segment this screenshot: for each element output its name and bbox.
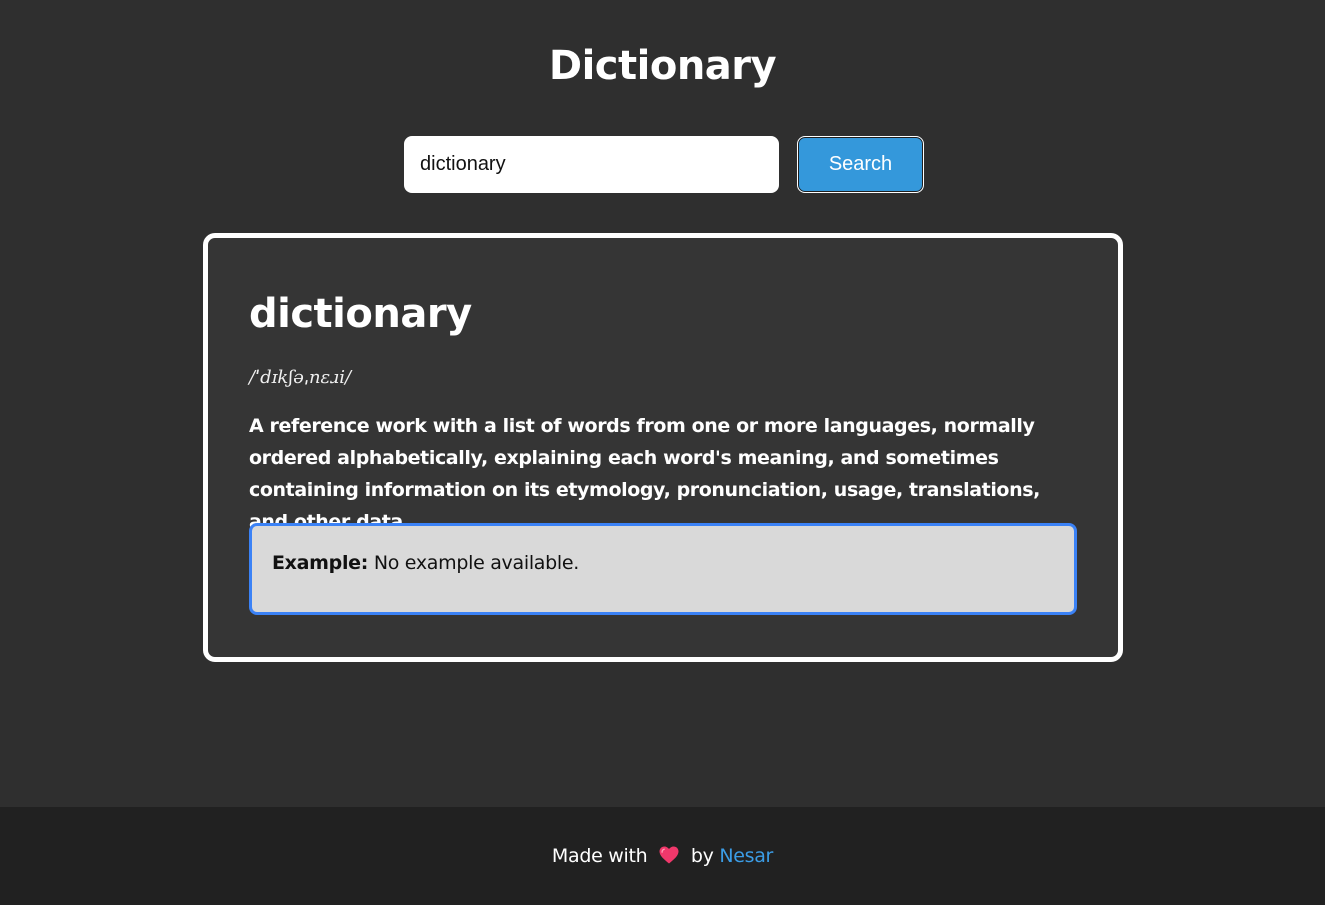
- result-phonetic: /ˈdɪkʃəˌnɛɹi/: [249, 367, 352, 388]
- result-card: dictionary /ˈdɪkʃəˌnɛɹi/ A reference wor…: [203, 233, 1123, 662]
- dictionary-app: Dictionary Search dictionary /ˈdɪkʃəˌnɛɹ…: [0, 0, 1325, 905]
- search-button[interactable]: Search: [797, 136, 924, 193]
- footer-made-with: Made with: [551, 845, 648, 867]
- result-word: dictionary: [249, 291, 472, 337]
- result-definition: A reference work with a list of words fr…: [249, 415, 1040, 533]
- footer: Made with by Nesar: [0, 807, 1325, 905]
- footer-by: by: [690, 845, 714, 867]
- heart-icon: [659, 846, 679, 864]
- example-label: Example:: [272, 552, 369, 574]
- page-title: Dictionary: [548, 43, 777, 89]
- example-box: Example: No example available.: [249, 523, 1077, 615]
- example-text: No example available.: [373, 552, 580, 574]
- search-input[interactable]: [404, 136, 779, 193]
- search-bar: Search: [404, 136, 924, 193]
- author-link[interactable]: Nesar: [719, 845, 773, 867]
